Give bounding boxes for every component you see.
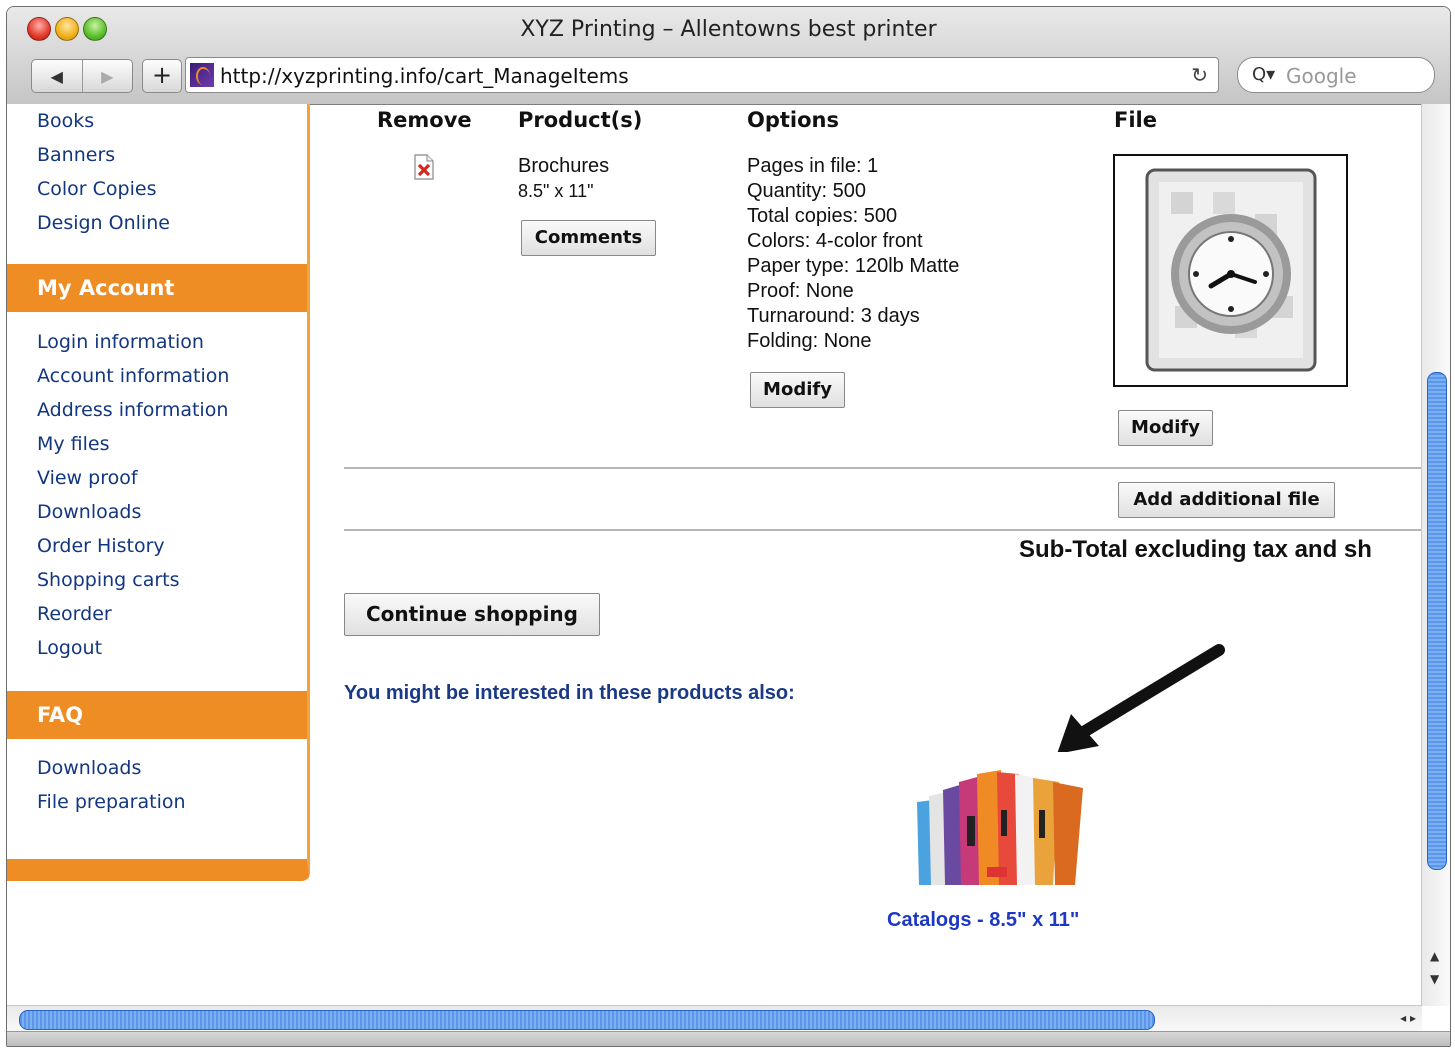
horizontal-scroll-thumb[interactable] <box>19 1010 1155 1030</box>
product-size: 8.5" x 11" <box>518 181 594 201</box>
site-favicon-icon <box>190 63 214 87</box>
vertical-scrollbar[interactable]: ▲ ▼ <box>1421 104 1450 1006</box>
sidebar-link-my-files[interactable]: My files <box>37 433 110 455</box>
add-additional-file-button[interactable]: Add additional file <box>1118 482 1335 518</box>
modify-file-button[interactable]: Modify <box>1118 410 1213 446</box>
nav-buttons: ◀ ▶ <box>31 59 133 93</box>
reload-icon[interactable]: ↻ <box>1191 63 1208 87</box>
sidebar-link-view-proof[interactable]: View proof <box>37 467 138 489</box>
catalogs-product-image[interactable] <box>903 752 1084 885</box>
faq-heading: FAQ <box>7 691 307 739</box>
sidebar-link-banners[interactable]: Banners <box>37 144 115 166</box>
search-placeholder: Google <box>1286 64 1357 88</box>
horizontal-scrollbar[interactable]: ◂ ▸ <box>7 1005 1422 1032</box>
sidebar: Books Banners Color Copies Design Online… <box>7 104 310 881</box>
option-pages: Pages in file: 1 <box>747 155 879 177</box>
clock-file-icon <box>1145 168 1317 372</box>
sidebar-link-downloads[interactable]: Downloads <box>37 501 141 523</box>
cart-content: Remove Product(s) Options File Brochures… <box>307 104 1422 1006</box>
sidebar-link-design-online[interactable]: Design Online <box>37 212 170 234</box>
scroll-down-arrow-icon[interactable]: ▼ <box>1430 972 1439 986</box>
modify-options-button[interactable]: Modify <box>750 372 845 408</box>
sidebar-link-order-history[interactable]: Order History <box>37 535 165 557</box>
sidebar-link-books[interactable]: Books <box>37 110 94 132</box>
forward-button[interactable]: ▶ <box>81 60 133 92</box>
option-turnaround: Turnaround: 3 days <box>747 305 920 327</box>
subtotal-label: Sub-Total excluding tax and sh <box>1019 536 1372 563</box>
option-colors: Colors: 4-color front <box>747 230 923 252</box>
browser-window: XYZ Printing – Allentowns best printer ◀… <box>6 6 1451 1047</box>
option-quantity: Quantity: 500 <box>747 180 866 202</box>
file-preview-frame <box>1113 154 1348 387</box>
sidebar-link-file-preparation[interactable]: File preparation <box>37 791 186 813</box>
sidebar-link-login-information[interactable]: Login information <box>37 331 204 353</box>
options-column-header: Options <box>747 108 839 132</box>
annotation-arrow <box>1057 644 1225 754</box>
remove-item-icon[interactable] <box>413 154 435 180</box>
product-name: Brochures <box>518 155 610 177</box>
horizontal-scroll-arrows-icon[interactable]: ◂ ▸ <box>1400 1011 1416 1025</box>
sidebar-link-address-information[interactable]: Address information <box>37 399 228 421</box>
window-title: XYZ Printing – Allentowns best printer <box>520 17 937 42</box>
vertical-scroll-thumb[interactable] <box>1427 372 1447 870</box>
catalogs-product-link[interactable]: Catalogs - 8.5" x 11" <box>887 909 1079 932</box>
url-text[interactable]: http://xyzprinting.info/cart_ManageItems <box>220 64 629 88</box>
add-bookmark-button[interactable]: + <box>142 59 182 93</box>
search-icon[interactable]: Q▾ <box>1252 64 1275 85</box>
divider-top <box>344 467 1422 469</box>
back-button[interactable]: ◀ <box>32 60 82 92</box>
sidebar-link-logout[interactable]: Logout <box>37 637 102 659</box>
sidebar-link-account-information[interactable]: Account information <box>37 365 229 387</box>
recommendations-heading: You might be interested in these product… <box>344 682 795 704</box>
comments-button[interactable]: Comments <box>521 220 656 256</box>
search-field[interactable]: Q▾ Google <box>1237 57 1435 93</box>
file-column-header: File <box>1114 108 1157 132</box>
my-account-heading: My Account <box>7 264 307 312</box>
address-bar[interactable]: http://xyzprinting.info/cart_ManageItems… <box>185 57 1219 93</box>
products-column-header: Product(s) <box>518 108 643 132</box>
sidebar-link-reorder[interactable]: Reorder <box>37 603 112 625</box>
browser-chrome: XYZ Printing – Allentowns best printer ◀… <box>7 7 1450 105</box>
option-total-copies: Total copies: 500 <box>747 205 898 227</box>
sidebar-link-faq-downloads[interactable]: Downloads <box>37 757 141 779</box>
option-paper-type: Paper type: 120lb Matte <box>747 255 960 277</box>
option-folding: Folding: None <box>747 330 872 352</box>
sidebar-link-color-copies[interactable]: Color Copies <box>37 178 156 200</box>
remove-column-header: Remove <box>377 108 472 132</box>
sidebar-link-shopping-carts[interactable]: Shopping carts <box>37 569 180 591</box>
continue-shopping-button[interactable]: Continue shopping <box>344 593 600 636</box>
scroll-up-arrow-icon[interactable]: ▲ <box>1430 949 1439 963</box>
divider-bottom <box>344 529 1422 531</box>
status-bar <box>7 1031 1450 1046</box>
option-proof: Proof: None <box>747 280 854 302</box>
